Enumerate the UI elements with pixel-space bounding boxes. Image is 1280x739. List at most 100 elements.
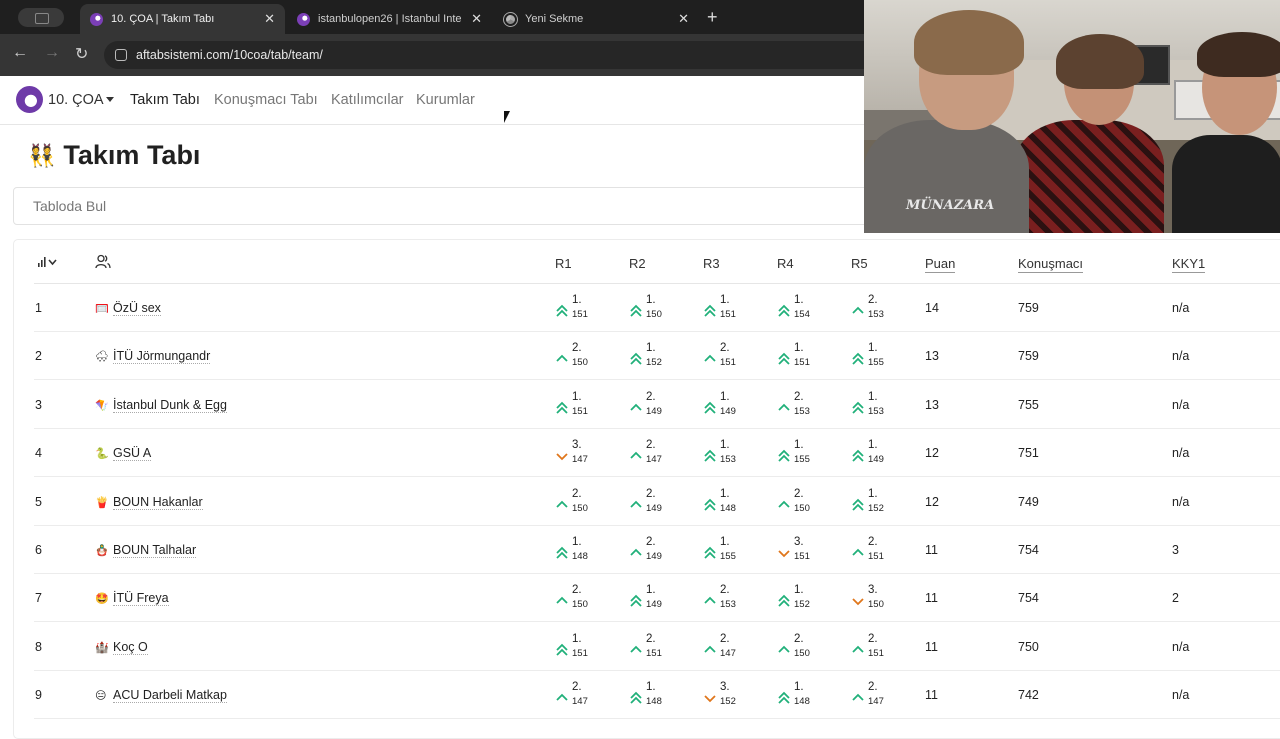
team-name[interactable]: BOUN Talhalar — [113, 543, 197, 558]
speaker-score-cell: 754 — [1018, 591, 1039, 606]
round-result[interactable]: 1. 149 — [629, 584, 679, 614]
round-result[interactable]: 1. 149 — [851, 439, 901, 469]
nav-team-tab[interactable]: Takım Tabı — [130, 92, 200, 108]
round-result[interactable]: 1. 151 — [555, 294, 605, 324]
round-result[interactable]: 2. 150 — [777, 488, 827, 518]
nav-institutions[interactable]: Kurumlar — [416, 92, 475, 108]
col-points[interactable]: Puan — [925, 256, 956, 273]
round-result[interactable]: 1. 151 — [703, 294, 753, 324]
round-result[interactable]: 1. 153 — [851, 391, 901, 421]
tab-groups-button[interactable] — [18, 8, 64, 27]
team-name[interactable]: GSÜ A — [113, 446, 152, 462]
round-result[interactable]: 1. 154 — [777, 294, 827, 324]
round-result[interactable]: 1. 148 — [777, 681, 827, 711]
team-name-cell[interactable]: 🏰 Koç O — [95, 640, 148, 655]
sort-rank-icon[interactable] — [37, 256, 59, 271]
nav-speaker-tab[interactable]: Konuşmacı Tabı — [214, 92, 318, 108]
round-result[interactable]: 2. 151 — [703, 342, 753, 372]
col-r5[interactable]: R5 — [851, 256, 868, 271]
close-icon[interactable]: ✕ — [678, 11, 689, 27]
round-result[interactable]: 1. 149 — [703, 391, 753, 421]
round-result[interactable]: 1. 151 — [555, 633, 605, 663]
col-r3[interactable]: R3 — [703, 256, 720, 271]
round-result[interactable]: 2. 150 — [555, 584, 605, 614]
round-result[interactable]: 1. 150 — [629, 294, 679, 324]
col-r2[interactable]: R2 — [629, 256, 646, 271]
round-result[interactable]: 1. 152 — [851, 488, 901, 518]
col-kky1[interactable]: KKY1 — [1172, 256, 1206, 273]
round-result[interactable]: 2. 147 — [555, 681, 605, 711]
round-result[interactable]: 1. 155 — [851, 342, 901, 372]
team-name-cell[interactable]: 🤩 İTÜ Freya — [95, 591, 169, 607]
team-name-cell[interactable]: 🥅 ÖzÜ sex — [95, 301, 161, 316]
chevron-down-icon[interactable] — [106, 97, 114, 102]
round-result[interactable]: 2. 150 — [555, 488, 605, 518]
browser-tab-active[interactable]: 10. ÇOA | Takım Tabı ✕ — [80, 4, 285, 34]
round-result[interactable]: 1. 155 — [777, 439, 827, 469]
reload-icon[interactable]: ↻ — [75, 44, 88, 64]
col-r4[interactable]: R4 — [777, 256, 794, 271]
round-result[interactable]: 1. 148 — [629, 681, 679, 711]
round-result[interactable]: 1. 151 — [777, 342, 827, 372]
round-result[interactable]: 2. 153 — [703, 584, 753, 614]
round-result[interactable]: 2. 149 — [629, 391, 679, 421]
team-name[interactable]: İstanbul Dunk & Egg — [113, 398, 227, 413]
close-icon[interactable]: ✕ — [471, 11, 482, 27]
team-name[interactable]: ÖzÜ sex — [113, 301, 161, 316]
round-result[interactable]: 1. 148 — [703, 488, 753, 518]
team-name[interactable]: BOUN Hakanlar — [113, 495, 203, 510]
nav-participants[interactable]: Katılımcılar — [331, 92, 404, 108]
tournament-logo[interactable] — [16, 86, 43, 113]
round-result[interactable]: 3. 150 — [851, 584, 901, 614]
round-result[interactable]: 3. 147 — [555, 439, 605, 469]
tournament-dropdown[interactable]: 10. ÇOA — [48, 92, 104, 108]
new-tab-icon[interactable]: + — [707, 7, 718, 28]
round-result[interactable]: 2. 153 — [777, 391, 827, 421]
team-name[interactable]: Koç O — [113, 640, 148, 655]
round-result[interactable]: 1. 152 — [629, 342, 679, 372]
round-result[interactable]: 2. 151 — [629, 633, 679, 663]
chevrons-up-icon — [630, 691, 642, 704]
team-name-cell[interactable]: 🪆 BOUN Talhalar — [95, 543, 197, 558]
round-result[interactable]: 1. 151 — [555, 391, 605, 421]
team-name-cell[interactable]: 😑 ACU Darbeli Matkap — [95, 688, 227, 704]
round-result[interactable]: 2. 149 — [629, 536, 679, 566]
round-result[interactable]: 2. 149 — [629, 488, 679, 518]
close-icon[interactable]: ✕ — [264, 11, 275, 27]
points-cell: 12 — [925, 494, 939, 509]
browser-tab[interactable]: Yeni Sekme ✕ — [494, 4, 699, 34]
round-result[interactable]: 1. 153 — [703, 439, 753, 469]
round-result[interactable]: 2. 147 — [629, 439, 679, 469]
round-result[interactable]: 2. 147 — [851, 681, 901, 711]
site-info-icon[interactable] — [115, 49, 127, 61]
round-result[interactable]: 3. 152 — [703, 681, 753, 711]
team-name[interactable]: ACU Darbeli Matkap — [113, 688, 227, 704]
round-result[interactable]: 2. 151 — [851, 633, 901, 663]
forward-icon[interactable]: → — [44, 44, 60, 62]
team-emoji-icon: 🐍 — [95, 448, 109, 461]
team-name-cell[interactable]: 🌨 İTÜ Jörmungandr — [95, 349, 211, 365]
team-name[interactable]: İTÜ Jörmungandr — [113, 349, 211, 365]
round-result[interactable]: 1. 152 — [777, 584, 827, 614]
browser-tab[interactable]: istanbulopen26 | Istanbul Inte ✕ — [287, 4, 492, 34]
back-icon[interactable]: ← — [12, 44, 28, 62]
team-name-cell[interactable]: 🍟 BOUN Hakanlar — [95, 495, 203, 510]
address-bar[interactable]: aftabsistemi.com/10coa/tab/team/ — [104, 41, 884, 69]
round-result[interactable]: 3. 151 — [777, 536, 827, 566]
round-result[interactable]: 1. 148 — [555, 536, 605, 566]
speaker-score-cell: 759 — [1018, 349, 1039, 364]
round-result[interactable]: 1. 155 — [703, 536, 753, 566]
round-result[interactable]: 2. 150 — [777, 633, 827, 663]
team-name-cell[interactable]: 🐍 GSÜ A — [95, 446, 152, 462]
round-result[interactable]: 2. 153 — [851, 294, 901, 324]
team-column-icon[interactable] — [95, 254, 111, 272]
round-result[interactable]: 2. 150 — [555, 342, 605, 372]
round-result[interactable]: 2. 151 — [851, 536, 901, 566]
round-speaker-score: 147 — [572, 454, 588, 466]
col-speaker[interactable]: Konuşmacı — [1018, 256, 1084, 273]
team-name[interactable]: İTÜ Freya — [113, 591, 169, 607]
round-result[interactable]: 2. 147 — [703, 633, 753, 663]
round-speaker-score: 151 — [646, 647, 662, 659]
col-r1[interactable]: R1 — [555, 256, 572, 271]
team-name-cell[interactable]: 🪁 İstanbul Dunk & Egg — [95, 398, 227, 413]
